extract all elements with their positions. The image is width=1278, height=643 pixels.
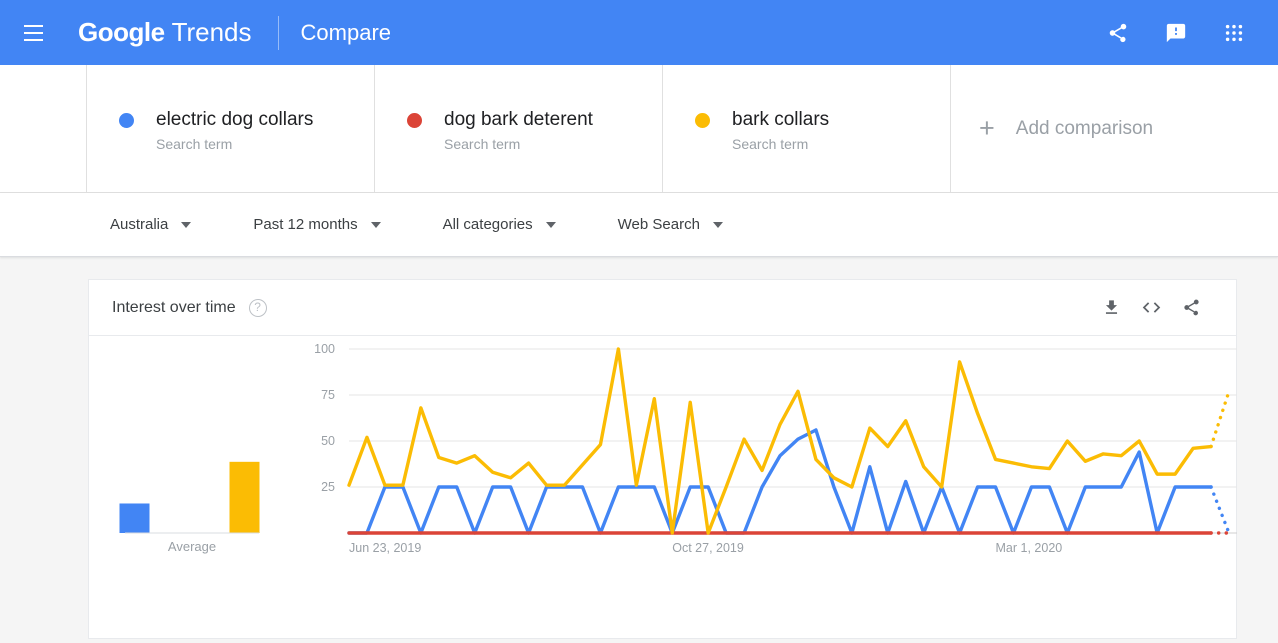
feedback-icon[interactable] — [1154, 11, 1198, 55]
share-chart-icon[interactable] — [1174, 291, 1208, 325]
chevron-down-icon — [712, 221, 723, 228]
average-label: Average — [168, 539, 216, 554]
x-tick-label-1: Oct 27, 2019 — [672, 541, 744, 555]
add-comparison-button[interactable]: + Add comparison — [951, 65, 1278, 192]
series-line-0[interactable] — [347, 428, 1213, 535]
top-app-bar: Google Trends Compare — [0, 0, 1278, 65]
y-tick-label-75: 75 — [321, 388, 335, 402]
search-type-filter-label: Web Search — [617, 216, 700, 233]
location-filter-label: Australia — [110, 216, 169, 233]
interest-over-time-line-chart[interactable]: 25 50 75 100 Jun 23, 2019 Oct 27, 2019 Mar 1, … — [229, 336, 1237, 639]
comparison-term-0-head: electric dog collars — [119, 109, 374, 131]
location-filter[interactable]: Australia — [110, 216, 192, 233]
plus-icon: + — [979, 113, 995, 143]
time-range-filter-label: Past 12 months — [253, 216, 358, 233]
brand-logo[interactable]: Google Trends — [78, 17, 252, 48]
series-line-partial-0 — [1209, 485, 1231, 535]
chevron-down-icon — [545, 221, 556, 228]
category-filter[interactable]: All categories — [443, 216, 556, 233]
comparison-term-2-type: Search term — [732, 136, 809, 152]
average-bar-0 — [119, 503, 150, 533]
category-filter-label: All categories — [442, 216, 533, 233]
comparison-term-1-label: dog bark deterent — [444, 109, 593, 130]
apps-grid-icon[interactable] — [1212, 11, 1256, 55]
share-icon[interactable] — [1096, 11, 1140, 55]
card-title: Interest over time — [112, 298, 236, 316]
compare-left-gutter — [0, 65, 87, 192]
comparison-term-0-label: electric dog collars — [156, 109, 314, 130]
series-line-partial-2 — [1209, 389, 1231, 449]
filters-row: Australia Past 12 months All categories … — [0, 193, 1278, 257]
series-color-dot-2 — [695, 112, 710, 128]
chevron-down-icon — [181, 221, 192, 228]
comparison-term-2-label: bark collars — [732, 109, 830, 130]
add-comparison-label: Add comparison — [1015, 117, 1154, 139]
hamburger-menu-icon[interactable] — [12, 12, 54, 54]
card-header: Interest over time ? — [89, 280, 1236, 336]
comparison-term-2-head: bark collars — [695, 109, 950, 131]
y-tick-label-50: 50 — [321, 434, 335, 448]
content-area: Interest over time ? Average 25 50 75 10… — [0, 257, 1278, 643]
comparison-term-0-type: Search term — [156, 136, 233, 152]
embed-code-icon[interactable] — [1134, 291, 1168, 325]
time-range-filter[interactable]: Past 12 months — [253, 216, 381, 233]
download-csv-icon[interactable] — [1094, 291, 1128, 325]
help-icon[interactable]: ? — [248, 298, 267, 317]
chevron-down-icon — [370, 221, 381, 228]
y-tick-label-25: 25 — [321, 480, 335, 494]
brand-google-text: Google — [78, 17, 165, 47]
brand-trends-text: Trends — [171, 17, 252, 47]
comparison-term-0[interactable]: electric dog collars Search term — [87, 65, 375, 192]
x-tick-label-2: Mar 1, 2020 — [996, 541, 1063, 555]
search-type-filter[interactable]: Web Search — [618, 216, 723, 233]
comparison-term-1[interactable]: dog bark deterent Search term — [375, 65, 663, 192]
interest-over-time-card: Interest over time ? Average 25 50 75 10… — [88, 279, 1237, 639]
comparison-term-1-head: dog bark deterent — [407, 109, 662, 131]
comparison-terms-row: electric dog collars Search term dog bar… — [0, 65, 1278, 193]
page-title: Compare — [300, 19, 392, 45]
comparison-term-2[interactable]: bark collars Search term — [663, 65, 951, 192]
comparison-term-1-type: Search term — [444, 136, 521, 152]
series-color-dot-0 — [119, 112, 134, 128]
y-tick-label-100: 100 — [314, 342, 335, 356]
series-color-dot-1 — [407, 112, 422, 128]
appbar-divider — [277, 15, 279, 50]
x-tick-label-0: Jun 23, 2019 — [349, 541, 421, 555]
chart-body: Average 25 50 75 100 Jun 23, 2019 Oct 27, 201… — [89, 336, 1237, 639]
